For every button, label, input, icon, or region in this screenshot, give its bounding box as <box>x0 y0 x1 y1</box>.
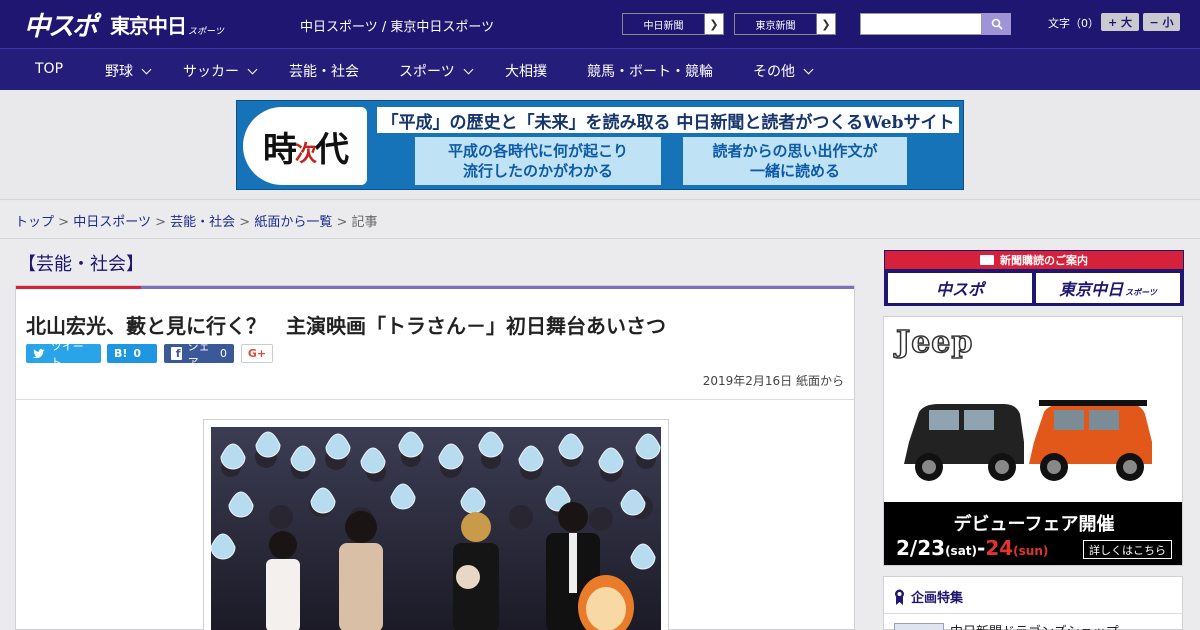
banner-title: 「平成」の歴史と「未来」を読み取る 中日新聞と読者がつくるWebサイト <box>377 107 959 133</box>
search-icon <box>991 18 1003 30</box>
search-button[interactable] <box>982 13 1011 35</box>
facebook-share-button[interactable]: f シェア 0 <box>164 340 234 369</box>
ad-fair-title: デビューフェア開催 <box>953 514 1115 535</box>
banner-kanji: 時次代 <box>262 129 349 170</box>
banner-box-memories: 読者からの思い出作文が 一緒に読める <box>683 137 907 185</box>
divider <box>884 613 1182 614</box>
site-header: 中スポ 東京中日 スポーツ 中日スポーツ / 東京中日スポーツ 中日新聞 ❯ 東… <box>0 0 1200 48</box>
tweet-label: ツイート <box>50 339 84 369</box>
ad-details-button[interactable]: 詳しくはこちら <box>1083 540 1172 559</box>
subscription-box: 新聞購読のご案内 中スポ 東京中日 スポーツ <box>884 250 1184 306</box>
subscribe-tokyo-chunichi-button[interactable]: 東京中日 スポーツ <box>1036 273 1180 303</box>
google-plus-button[interactable]: G+ <box>241 344 273 363</box>
ad-car-illustration <box>904 400 1152 481</box>
nav-item-racing[interactable]: 競馬・ボート・競輪 <box>587 61 713 81</box>
article-dateline: 2019年2月16日 紙面から <box>702 374 844 388</box>
chevron-down-icon <box>247 64 258 74</box>
main-nav: TOP 野球 サッカー 芸能・社会 スポーツ 大相撲 競馬・ボート・競輪 その他 <box>0 48 1200 90</box>
heisei-banner[interactable]: 時次代 「平成」の歴史と「未来」を読み取る 中日新聞と読者がつくるWebサイト … <box>236 100 964 190</box>
nav-item-label: 競馬・ボート・競輪 <box>587 64 713 80</box>
tweet-button[interactable]: ツイート <box>26 340 101 369</box>
stage-photo-illustration <box>211 427 661 630</box>
breadcrumb: トップ > 中日スポーツ > 芸能・社会 > 紙面から一覧 > 記事 <box>0 201 1200 239</box>
article-photo[interactable] <box>211 427 661 630</box>
nav-item-label: その他 <box>753 64 795 80</box>
nav-item-label: 大相撲 <box>505 64 547 80</box>
banner-area: 時次代 「平成」の歴史と「未来」を読み取る 中日新聞と読者がつくるWebサイト … <box>0 90 1200 200</box>
newspaper-icon <box>980 255 994 265</box>
breadcrumb-separator: > <box>239 215 251 230</box>
ad-fair-dates: 2/23(sat)-24(sun) <box>896 536 1049 560</box>
chevron-down-icon <box>803 64 814 74</box>
breadcrumb-entertainment[interactable]: 芸能・社会 <box>170 215 235 230</box>
hatena-icon: B! <box>114 347 128 360</box>
breadcrumb-current: 記事 <box>351 215 378 230</box>
logo-sports: スポーツ <box>188 26 224 37</box>
breadcrumb-separator: > <box>58 215 70 230</box>
search-input[interactable] <box>860 13 982 35</box>
banner-box-history: 平成の各時代に何が起こり 流行したのかがわかる <box>415 137 661 185</box>
featured-projects-heading: 企画特集 <box>894 587 963 606</box>
breadcrumb-separator: > <box>336 215 348 230</box>
tokyo-shimbun-label: 東京新聞 <box>735 14 817 34</box>
featured-projects-box: 企画特集 中日新聞ドラゴンズショップ <box>883 576 1183 630</box>
nav-item-label: 芸能・社会 <box>289 64 359 80</box>
ad-fair-panel: デビューフェア開催 2/23(sat)-24(sun) 詳しくはこちら <box>884 502 1182 565</box>
nav-item-soccer[interactable]: サッカー <box>183 61 258 81</box>
breadcrumb-chunichi-sports[interactable]: 中日スポーツ <box>73 215 151 230</box>
section-heading: 【芸能・社会】 <box>18 254 144 275</box>
chunichi-shimbun-link[interactable]: 中日新聞 ❯ <box>622 13 724 35</box>
dragons-shop-thumbnail[interactable] <box>894 623 944 630</box>
subscribe-chuspo-button[interactable]: 中スポ <box>888 273 1032 303</box>
chevron-right-icon: ❯ <box>705 14 723 34</box>
logo-chuspo: 中スポ <box>24 11 98 42</box>
facebook-share-label: シェア <box>187 339 210 369</box>
nav-item-entertainment[interactable]: 芸能・社会 <box>289 61 359 81</box>
logo-tokyo-chunichi: 東京中日 <box>110 13 187 38</box>
nav-item-sports[interactable]: スポーツ <box>399 61 474 81</box>
ribbon-icon <box>895 589 904 605</box>
chevron-down-icon <box>463 64 474 74</box>
ad-brand: Jeep <box>895 324 974 361</box>
twitter-icon <box>33 348 45 358</box>
font-size-label: 文字（0） <box>1048 17 1099 30</box>
hatena-count: 0 <box>133 347 142 360</box>
breadcrumb-paper-list[interactable]: 紙面から一覧 <box>254 215 332 230</box>
nav-item-baseball[interactable]: 野球 <box>105 61 152 81</box>
font-larger-button[interactable]: + 大 <box>1101 13 1139 31</box>
breadcrumb-separator: > <box>155 215 166 230</box>
hatena-bookmark-button[interactable]: B! 0 <box>107 344 157 363</box>
dragons-shop-link[interactable]: 中日新聞ドラゴンズショップ <box>950 621 1119 630</box>
facebook-count: 0 <box>220 347 227 360</box>
font-smaller-button[interactable]: − 小 <box>1143 13 1180 31</box>
site-logo[interactable]: 中スポ 東京中日 スポーツ <box>24 6 224 42</box>
banner-logo: 時次代 <box>243 107 367 185</box>
featured-projects-label: 企画特集 <box>911 591 964 606</box>
jeep-advertisement[interactable]: Jeep デビューフェア開催 2/23(sat)-24(sun) 詳しくはこちら <box>883 316 1183 566</box>
subscribe-tokyo-chunichi-small: スポーツ <box>1125 287 1157 297</box>
facebook-icon: f <box>171 347 182 360</box>
nav-item-label: TOP <box>35 61 64 77</box>
breadcrumb-top[interactable]: トップ <box>15 215 54 230</box>
subscription-heading-label: 新聞購読のご案内 <box>1000 254 1088 267</box>
divider <box>16 399 854 400</box>
nav-item-other[interactable]: その他 <box>753 61 814 81</box>
article-card: 北山宏光、藪と見に行く？ 主演映画「トラさん－」初日舞台あいさつ ツイート B!… <box>15 285 855 630</box>
nav-item-sumo[interactable]: 大相撲 <box>505 61 547 81</box>
chunichi-shimbun-label: 中日新聞 <box>623 14 705 34</box>
chevron-down-icon <box>141 64 152 74</box>
nav-item-label: サッカー <box>183 64 239 80</box>
article-accent-bar <box>16 286 854 289</box>
site-names: 中日スポーツ / 東京中日スポーツ <box>300 20 495 35</box>
subscription-heading: 新聞購読のご案内 <box>885 251 1183 269</box>
article-headline: 北山宏光、藪と見に行く？ 主演映画「トラさん－」初日舞台あいさつ <box>26 314 666 338</box>
tokyo-shimbun-link[interactable]: 東京新聞 ❯ <box>734 13 836 35</box>
subscribe-tokyo-chunichi-label: 東京中日 <box>1059 280 1124 299</box>
nav-item-top[interactable]: TOP <box>35 61 63 77</box>
chevron-right-icon: ❯ <box>817 14 835 34</box>
nav-item-label: スポーツ <box>399 64 455 80</box>
nav-item-label: 野球 <box>105 64 133 80</box>
article-photo-frame <box>203 419 669 630</box>
